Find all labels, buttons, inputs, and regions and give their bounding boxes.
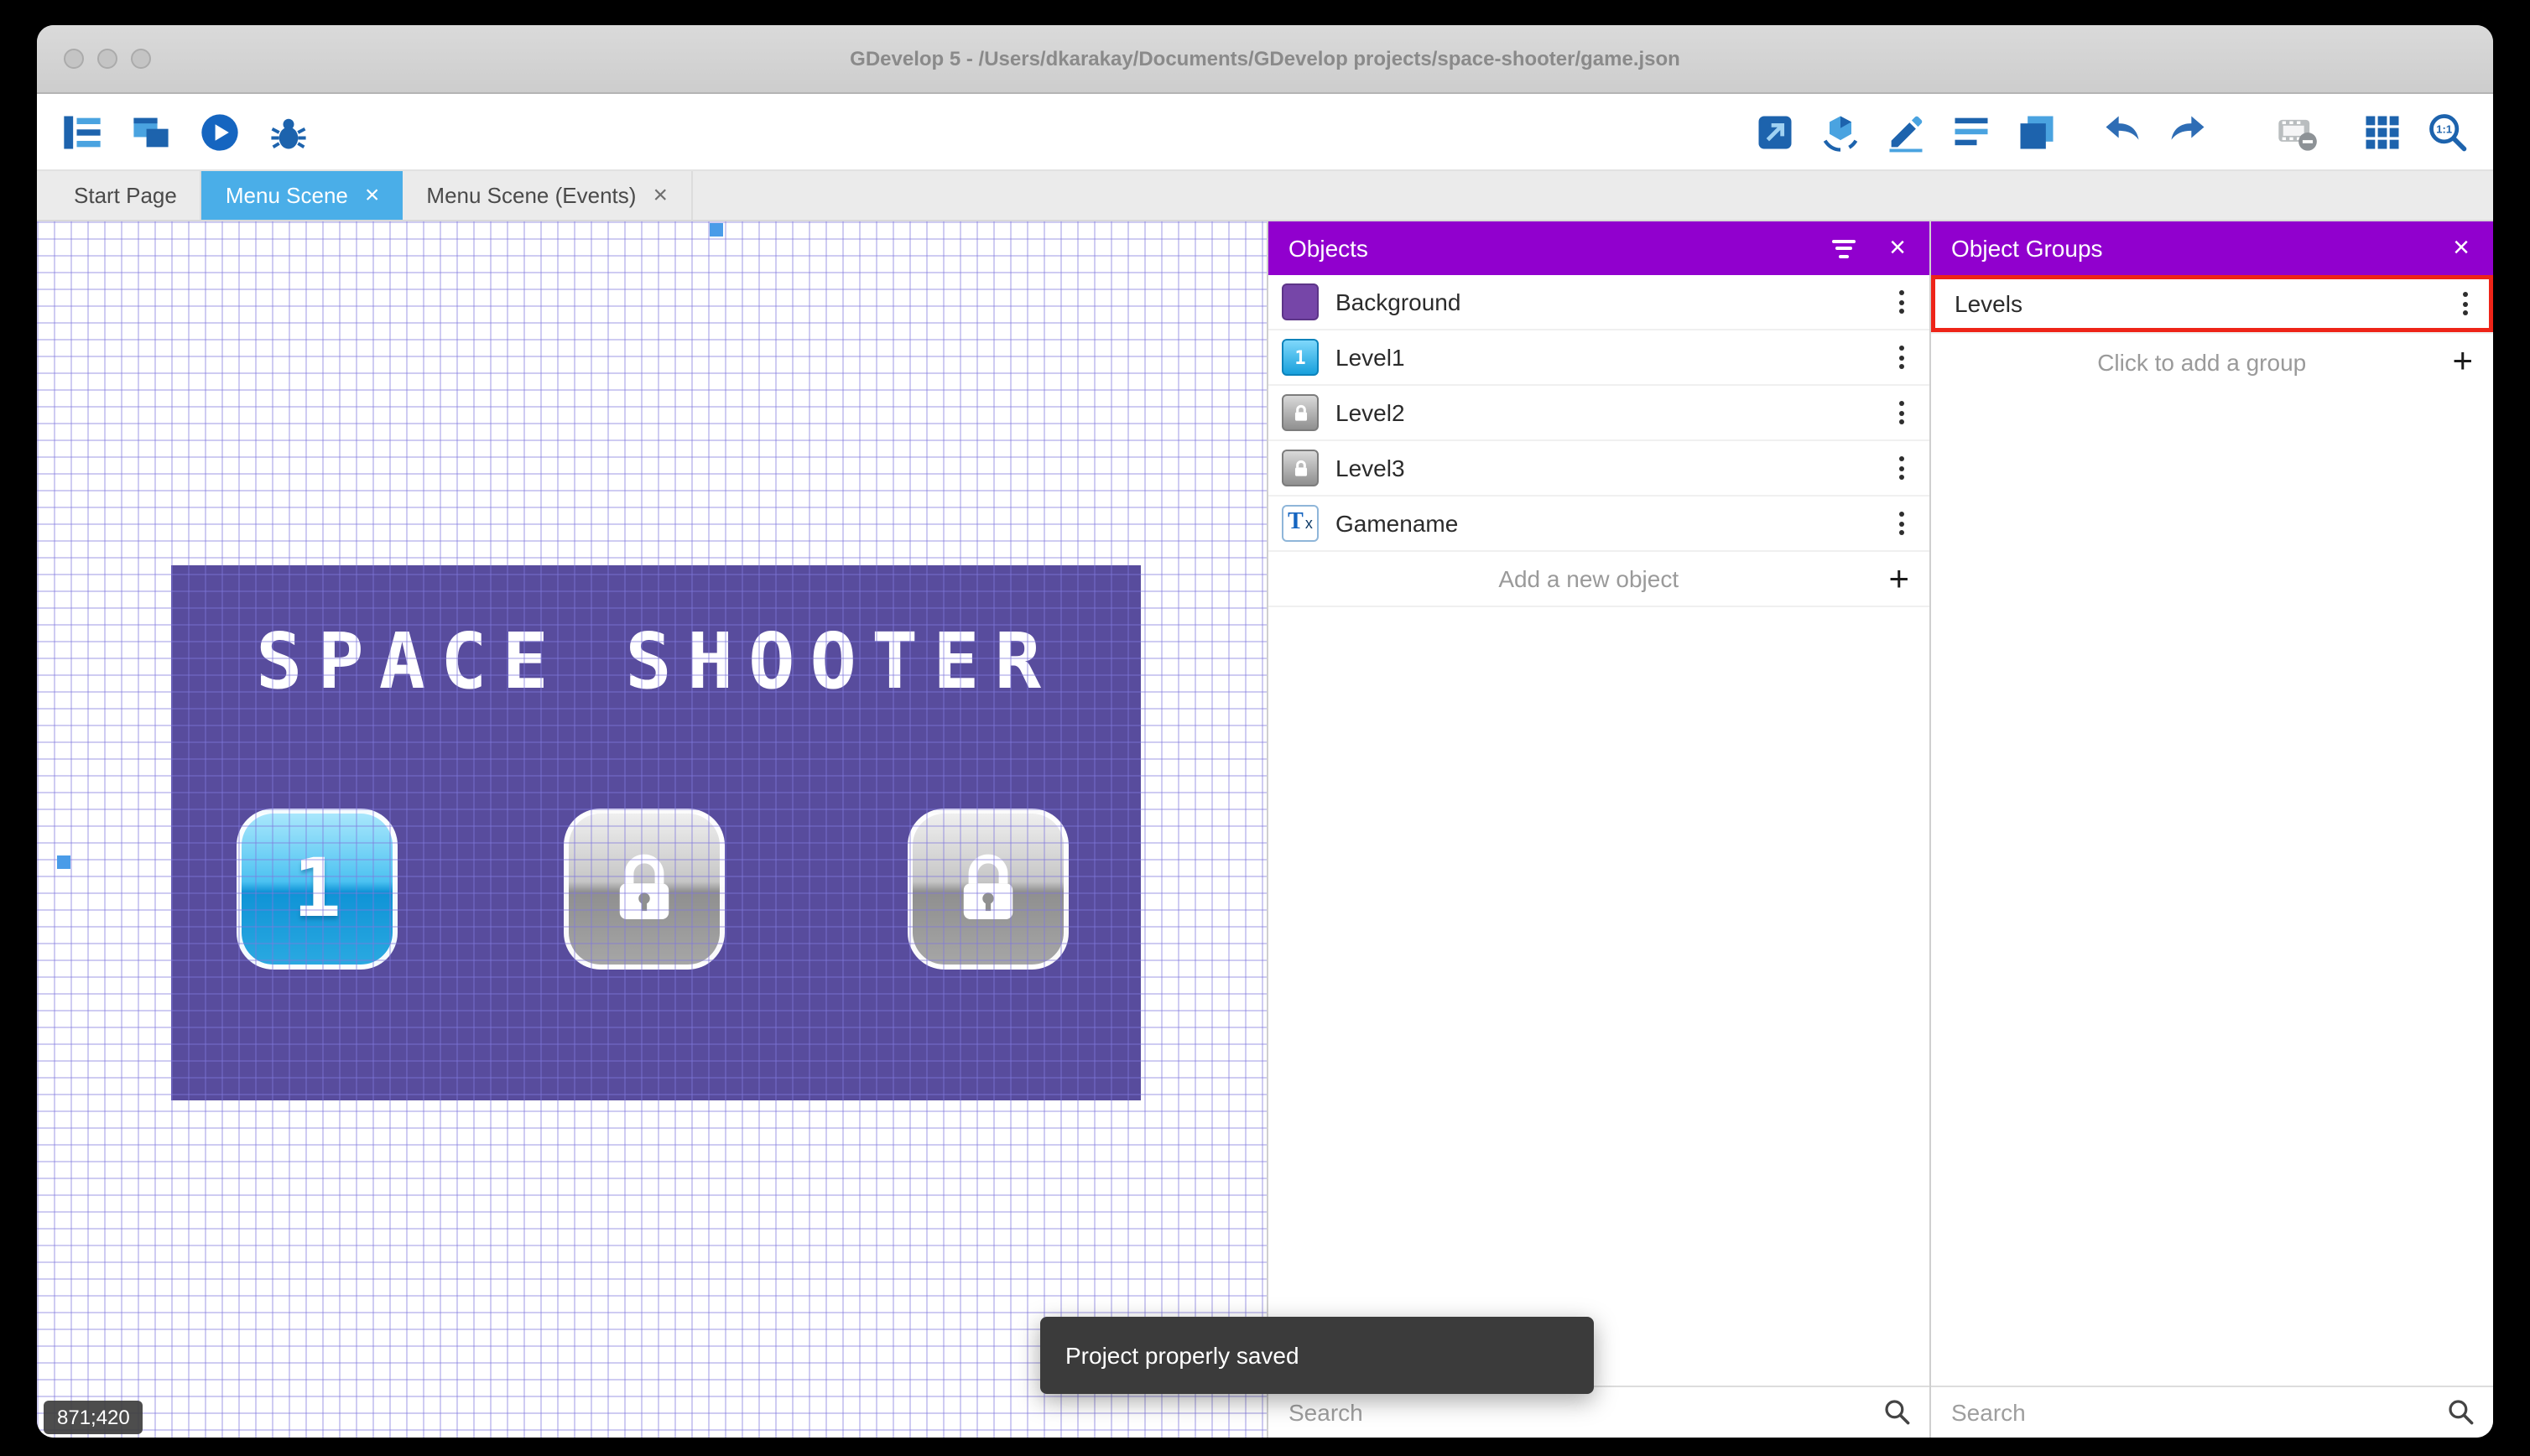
- add-group-row[interactable]: Click to add a group +: [1931, 334, 2493, 389]
- group-row-levels[interactable]: Levels: [1931, 275, 2493, 334]
- close-tab-icon[interactable]: ×: [653, 183, 668, 208]
- tab-label: Menu Scene: [225, 183, 348, 208]
- level2-button-instance[interactable]: [564, 809, 725, 970]
- tab-label: Menu Scene (Events): [426, 183, 637, 208]
- add-group-plus-icon[interactable]: +: [2432, 344, 2493, 379]
- tab-bar: Start Page Menu Scene × Menu Scene (Even…: [37, 171, 2493, 221]
- undo-icon[interactable]: [2101, 110, 2144, 153]
- title-bar[interactable]: GDevelop 5 - /Users/dkarakay/Documents/G…: [37, 25, 2493, 94]
- tab-start-page[interactable]: Start Page: [50, 171, 202, 220]
- object-row-level1[interactable]: 1 Level1: [1268, 330, 1929, 386]
- background-object-icon: [1282, 283, 1319, 320]
- search-icon: [1885, 1400, 1910, 1425]
- edit-icon[interactable]: [1884, 110, 1928, 153]
- redo-icon[interactable]: [2166, 110, 2210, 153]
- group-menu-icon[interactable]: [2451, 283, 2480, 324]
- tab-label: Start Page: [74, 183, 177, 208]
- object-label: Level2: [1335, 399, 1405, 426]
- selection-handle-top[interactable]: [710, 223, 723, 237]
- add-object-plus-icon[interactable]: +: [1868, 561, 1929, 596]
- selection-handle-left[interactable]: [57, 855, 70, 869]
- add-group-label: Click to add a group: [2097, 348, 2307, 375]
- object-groups-panel: Object Groups × Levels Click to add a gr…: [1929, 221, 2493, 1438]
- lock-icon: [1294, 403, 1307, 420]
- level1-number: 1: [293, 842, 341, 936]
- scene-editor-canvas[interactable]: SPACE SHOOTER 1 871;420: [37, 221, 1267, 1438]
- add-object-label: Add a new object: [1498, 565, 1679, 592]
- lock-icon: [963, 854, 1013, 919]
- toast-message: Project properly saved: [1065, 1342, 1299, 1369]
- list-icon[interactable]: [1950, 110, 1993, 153]
- tab-menu-scene[interactable]: Menu Scene ×: [201, 171, 403, 220]
- groups-panel-empty-space: [1931, 389, 2493, 1386]
- objects-panel-title: Objects: [1288, 235, 1368, 262]
- object-row-gamename[interactable]: Tx Gamename: [1268, 497, 1929, 552]
- object-row-background[interactable]: Background: [1268, 275, 1929, 330]
- object-menu-icon[interactable]: [1887, 503, 1916, 543]
- zoom-icon[interactable]: 1:1: [2426, 110, 2470, 153]
- extensions-icon[interactable]: [1819, 110, 1862, 153]
- search-icon: [2449, 1400, 2474, 1425]
- level3-object-icon: [1282, 450, 1319, 486]
- groups-panel-header: Object Groups ×: [1931, 221, 2493, 275]
- debug-icon[interactable]: [267, 110, 310, 153]
- publish-icon[interactable]: [1753, 110, 1797, 153]
- lock-icon: [619, 854, 669, 919]
- level1-button-instance[interactable]: 1: [237, 809, 398, 970]
- main-toolbar: 1:1: [37, 94, 2493, 171]
- object-row-level3[interactable]: Level3: [1268, 441, 1929, 497]
- play-icon[interactable]: [198, 110, 242, 153]
- object-label: Background: [1335, 289, 1461, 315]
- groups-search-input[interactable]: [1931, 1399, 2446, 1426]
- gdevelop-window: GDevelop 5 - /Users/dkarakay/Documents/G…: [37, 25, 2493, 1438]
- film-minus-icon[interactable]: [2275, 110, 2319, 153]
- object-menu-icon[interactable]: [1887, 448, 1916, 488]
- project-manager-icon[interactable]: [60, 110, 104, 153]
- lock-icon: [1294, 459, 1307, 476]
- cursor-coordinates: 871;420: [44, 1401, 143, 1434]
- game-title-text: SPACE SHOOTER: [255, 616, 1057, 706]
- object-menu-icon[interactable]: [1887, 337, 1916, 377]
- objects-search-input[interactable]: [1268, 1399, 1882, 1426]
- window-title: GDevelop 5 - /Users/dkarakay/Documents/G…: [850, 47, 1680, 70]
- groups-panel-title: Object Groups: [1951, 235, 2103, 262]
- tab-menu-scene-events[interactable]: Menu Scene (Events) ×: [403, 171, 693, 220]
- close-tab-icon[interactable]: ×: [365, 183, 380, 208]
- object-label: Gamename: [1335, 510, 1459, 537]
- background-instance[interactable]: SPACE SHOOTER 1: [171, 565, 1141, 1100]
- add-object-row[interactable]: Add a new object +: [1268, 552, 1929, 607]
- groups-search-bar: [1931, 1386, 2493, 1438]
- grid-icon[interactable]: [2361, 110, 2404, 153]
- object-label: Level1: [1335, 344, 1405, 371]
- toolbar-left-group: [60, 110, 310, 153]
- level2-object-icon: [1282, 394, 1319, 431]
- object-menu-icon[interactable]: [1887, 282, 1916, 322]
- close-panel-icon[interactable]: ×: [1886, 231, 1909, 265]
- close-panel-icon[interactable]: ×: [2449, 231, 2473, 265]
- screen: GDevelop 5 - /Users/dkarakay/Documents/G…: [0, 0, 2530, 1456]
- content-area: SPACE SHOOTER 1 871;420 Objects × Backgr…: [37, 221, 2493, 1438]
- layers-icon[interactable]: [2015, 110, 2059, 153]
- zoom-label: 1:1: [2436, 122, 2452, 135]
- objects-panel-header: Objects ×: [1268, 221, 1929, 275]
- objects-panel-empty-space: [1268, 607, 1929, 1386]
- object-label: Level3: [1335, 455, 1405, 481]
- filter-icon[interactable]: [1832, 239, 1856, 257]
- save-toast: Project properly saved: [1040, 1317, 1594, 1394]
- group-label: Levels: [1955, 290, 2022, 317]
- level1-object-icon: 1: [1282, 339, 1319, 376]
- level3-button-instance[interactable]: [908, 809, 1069, 970]
- preview-window-icon[interactable]: [129, 110, 173, 153]
- object-menu-icon[interactable]: [1887, 393, 1916, 433]
- object-row-level2[interactable]: Level2: [1268, 386, 1929, 441]
- toolbar-right-group: 1:1: [1753, 110, 2470, 153]
- text-object-icon: Tx: [1282, 505, 1319, 542]
- objects-panel: Objects × Background 1 Level1 Level2 Lev…: [1267, 221, 1929, 1438]
